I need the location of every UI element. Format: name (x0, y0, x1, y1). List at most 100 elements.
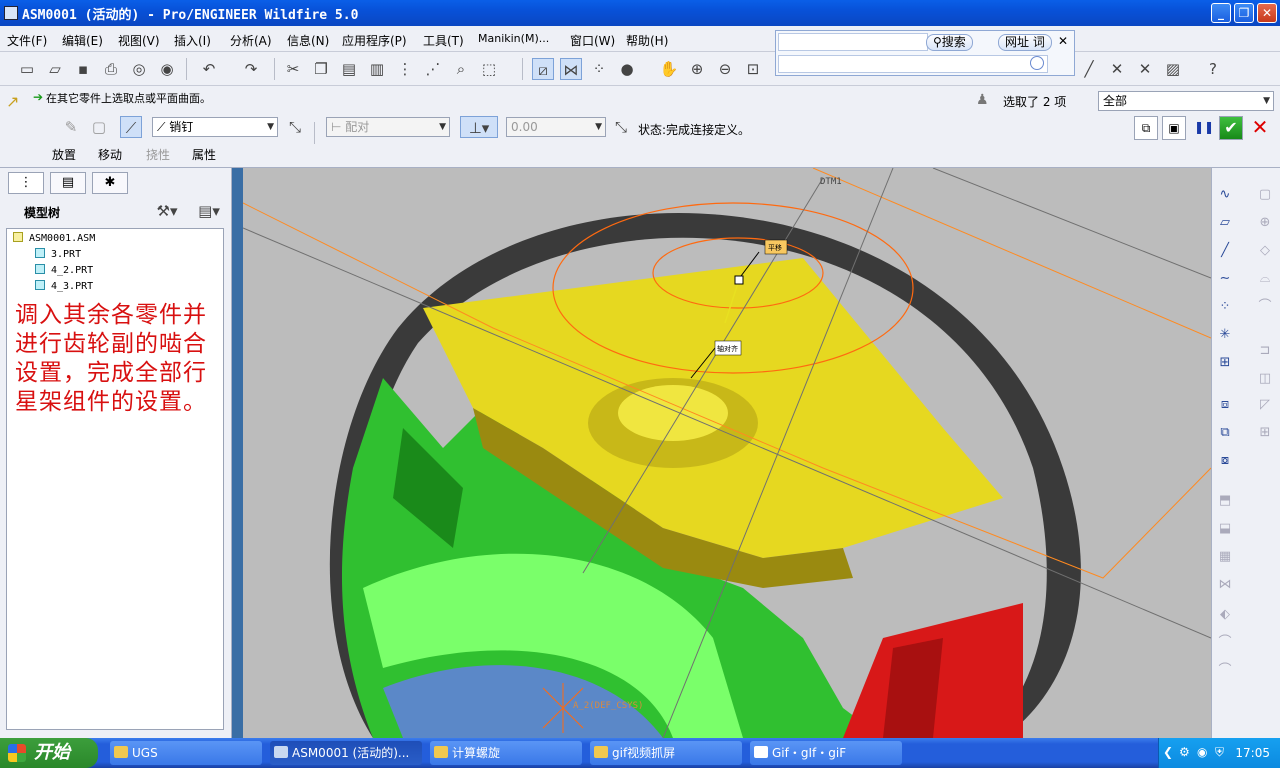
datum-axis-display-icon[interactable]: ⋈ (560, 58, 582, 80)
cancel-button[interactable]: ✕ (1248, 116, 1272, 140)
tree-columns-dropdown[interactable]: ▤▾ (194, 200, 224, 222)
tree-node-part[interactable]: 3.PRT (35, 248, 81, 260)
datum-point-display-icon[interactable]: ⁘ (588, 58, 610, 80)
volume-icon[interactable]: ◉ (1197, 745, 1207, 759)
tree-node-part[interactable]: 4_2.PRT (35, 264, 93, 276)
component-window-icon[interactable]: ▢ (88, 116, 110, 138)
help-icon[interactable]: ? (1202, 58, 1224, 80)
email-icon[interactable]: ◎ (128, 58, 150, 80)
offset-type-dropdown[interactable]: ⊥▾ (460, 116, 498, 138)
ok-button[interactable]: ✔ (1219, 116, 1243, 140)
regenerate-manager-icon[interactable]: ⋰ (422, 58, 444, 80)
draft-icon[interactable]: ◫ (1254, 368, 1276, 390)
menu-file[interactable]: 文件(F) (7, 32, 47, 49)
datum-point-tool-icon[interactable]: ✕ (1106, 58, 1128, 80)
cut-out-icon[interactable]: ▦ (1214, 546, 1236, 568)
regenerate-icon[interactable]: ⋮ (394, 58, 416, 80)
datum-plane-icon[interactable]: ▱ (1214, 212, 1236, 234)
flip-constraint-icon[interactable]: ⤡ (610, 116, 632, 138)
tab-placement[interactable]: 放置 (52, 146, 76, 163)
sketch-tool-icon[interactable]: ∿ (1214, 184, 1236, 206)
paste-special-icon[interactable]: ▥ (366, 58, 388, 80)
sweep-icon[interactable]: ◇ (1254, 240, 1276, 262)
open-icon[interactable]: ▱ (44, 58, 66, 80)
mirror-icon[interactable]: ⬒ (1214, 490, 1236, 512)
flip-icon[interactable]: ⤡ (284, 116, 306, 138)
offset-value-input[interactable]: 0.00 ▼ (506, 117, 606, 137)
connection-type-dropdown[interactable]: ⟋ 销钉 ▼ (152, 117, 278, 137)
redo-icon[interactable]: ↷ (240, 58, 262, 80)
start-button[interactable]: 开始 (0, 738, 98, 768)
tab-properties[interactable]: 属性 (192, 146, 216, 163)
menu-analysis[interactable]: 分析(A) (230, 32, 272, 49)
layer-tool-icon[interactable]: ▨ (1162, 58, 1184, 80)
maximize-button[interactable]: ❐ (1234, 3, 1254, 23)
offset-icon[interactable]: ⌒ (1214, 632, 1236, 654)
favorites-tab[interactable]: ✱ (92, 172, 128, 194)
menu-tools[interactable]: 工具(T) (423, 32, 464, 49)
search-button[interactable]: ⚲搜索 (926, 34, 973, 51)
trim-icon[interactable]: ⋈ (1214, 574, 1236, 596)
datum-axis-tool-icon[interactable]: ╱ (1078, 58, 1100, 80)
shell-icon[interactable]: ⌒ (1254, 296, 1276, 318)
menu-window[interactable]: 窗口(W) (570, 32, 615, 49)
folder-browser-tab[interactable]: ▤ (50, 172, 86, 194)
user-defined-set-icon[interactable]: ✎ (60, 116, 82, 138)
print-icon[interactable]: ⎙ (100, 58, 122, 80)
zoom-out-icon[interactable]: ⊖ (714, 58, 736, 80)
new-icon[interactable]: ▭ (16, 58, 38, 80)
menu-insert[interactable]: 插入(I) (174, 32, 211, 49)
message-log-icon[interactable]: ↗ (6, 92, 24, 111)
search-popup-address-input[interactable] (778, 55, 1048, 73)
menu-manikin[interactable]: Manikin(M)... (478, 32, 549, 45)
paste-icon[interactable]: ▤ (338, 58, 360, 80)
csys-icon[interactable]: ✳ (1214, 324, 1236, 346)
network-icon[interactable]: ⚙ (1179, 745, 1190, 759)
menu-applications[interactable]: 应用程序(P) (342, 32, 407, 49)
hole-tool-icon[interactable]: ▢ (1254, 184, 1276, 206)
tree-node-assembly[interactable]: ASM0001.ASM (13, 232, 95, 244)
tab-move[interactable]: 移动 (98, 146, 122, 163)
tab-flexibility[interactable]: 挠性 (146, 146, 170, 163)
task-proe[interactable]: ASM0001 (活动的)... (270, 741, 422, 765)
datum-axis-icon[interactable]: ╱ (1214, 240, 1236, 262)
model-tree-tab[interactable]: ⋮ (8, 172, 44, 194)
copy-icon[interactable]: ❐ (310, 58, 332, 80)
shading-icon[interactable]: ● (616, 58, 638, 80)
close-button[interactable]: ✕ (1257, 3, 1277, 23)
tree-settings-dropdown[interactable]: ⚒▾ (152, 200, 182, 222)
task-spiral-calc[interactable]: 计算螺旋 (430, 741, 582, 765)
task-gif-capture[interactable]: gif视频抓屏 (590, 741, 742, 765)
menu-info[interactable]: 信息(N) (287, 32, 329, 49)
thicken-icon[interactable]: ⌒ (1214, 660, 1236, 682)
create-component-icon[interactable]: ⧉ (1214, 422, 1236, 444)
print-preview-icon[interactable]: ◉ (156, 58, 178, 80)
minimize-button[interactable]: _ (1211, 3, 1231, 23)
refit-icon[interactable]: ⊡ (742, 58, 764, 80)
datum-plane-display-icon[interactable]: ⧄ (532, 58, 554, 80)
menu-help[interactable]: 帮助(H) (626, 32, 668, 49)
cut-icon[interactable]: ✂ (282, 58, 304, 80)
task-gif-tool[interactable]: Gif・gIf・giF (750, 741, 902, 765)
assembly-window-icon[interactable]: ▣ (1162, 116, 1186, 140)
save-icon[interactable]: ▪ (72, 58, 94, 80)
pan-icon[interactable]: ✋ (658, 58, 680, 80)
search-popup-input[interactable] (778, 33, 928, 51)
repeat-icon[interactable]: ⧇ (1214, 450, 1236, 472)
selection-filter-dropdown[interactable]: 全部 ▼ (1098, 91, 1274, 111)
merge-icon[interactable]: ⬓ (1214, 518, 1236, 540)
search-popup-close-icon[interactable]: ✕ (1058, 34, 1068, 48)
zoom-in-icon[interactable]: ⊕ (686, 58, 708, 80)
round-icon[interactable]: ◸ (1254, 394, 1276, 416)
find-icon[interactable]: ⌕ (450, 58, 472, 80)
extend-icon[interactable]: ⬖ (1214, 604, 1236, 626)
menu-view[interactable]: 视图(V) (118, 32, 160, 49)
pattern-icon[interactable]: ⊞ (1254, 422, 1276, 444)
revolve-icon[interactable]: ⊕ (1254, 212, 1276, 234)
go-icon[interactable] (1030, 56, 1044, 70)
task-ugs[interactable]: UGS (110, 741, 262, 765)
analysis-icon[interactable]: ⊞ (1214, 352, 1236, 374)
csys-tool-icon[interactable]: ✕ (1134, 58, 1156, 80)
constraint-type-dropdown[interactable]: ⊢ 配对 ▼ (326, 117, 450, 137)
component-icon[interactable]: ⧈ (1214, 394, 1236, 416)
